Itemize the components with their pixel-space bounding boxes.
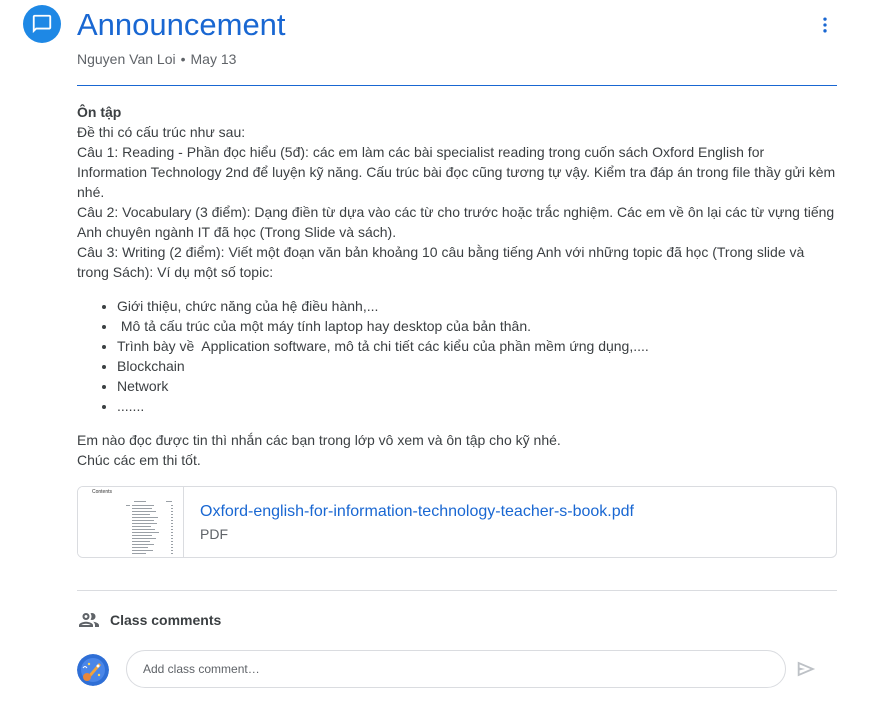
- post-body: Ôn tập Đề thi có cấu trúc như sau: Câu 1…: [77, 102, 837, 470]
- send-icon: [797, 661, 816, 677]
- attachment-type: PDF: [200, 526, 228, 542]
- comments-divider: [77, 590, 837, 591]
- pdf-thumbnail-image: Contents: [78, 487, 183, 557]
- user-avatar: [77, 654, 109, 686]
- announcement-icon: [32, 14, 52, 34]
- people-icon: [79, 613, 99, 627]
- class-comments-label: Class comments: [110, 612, 222, 628]
- topic-list-item: .......: [117, 396, 837, 416]
- attachment-card[interactable]: Contents Oxford-english-for-information-…: [77, 486, 837, 558]
- attachment-title[interactable]: Oxford-english-for-information-technolog…: [200, 502, 634, 522]
- post-author: Nguyen Van Loi: [77, 51, 176, 67]
- closing-line: Em nào đọc được tin thì nhắn các bạn tro…: [77, 432, 561, 448]
- body-paragraph: Câu 3: Writing (2 điểm): Viết một đoạn v…: [77, 244, 805, 280]
- send-comment-button[interactable]: [794, 657, 818, 681]
- music-avatar-image: [77, 654, 109, 686]
- meta-separator: •: [180, 51, 186, 67]
- attachment-thumbnail: Contents: [78, 487, 184, 557]
- closing-line: Chúc các em thi tốt.: [77, 452, 201, 468]
- topic-list: Giới thiệu, chức năng của hệ điều hành,.…: [77, 296, 837, 416]
- body-paragraph: Câu 1: Reading - Phần đọc hiểu (5đ): các…: [77, 144, 836, 200]
- topic-list-item: Trình bày về Application software, mô tả…: [117, 336, 837, 356]
- topic-list-item: Giới thiệu, chức năng của hệ điều hành,.…: [117, 296, 837, 316]
- post-title: Announcement: [77, 7, 286, 42]
- topic-list-item: Mô tả cấu trúc của một máy tính laptop h…: [117, 316, 837, 336]
- topic-list-item: Blockchain: [117, 356, 837, 376]
- post-date: May 13: [190, 51, 237, 67]
- topic-list-item: Network: [117, 376, 837, 396]
- more-vert-icon: [823, 17, 827, 33]
- more-options-button[interactable]: [808, 8, 842, 42]
- header-divider: [77, 85, 837, 86]
- post-meta: Nguyen Van Loi • May 13: [77, 50, 236, 68]
- body-paragraph: Câu 2: Vocabulary (3 điểm): Dạng điền từ…: [77, 204, 835, 240]
- body-paragraph: Đề thi có cấu trúc như sau:: [77, 124, 246, 140]
- class-comment-input[interactable]: [126, 650, 786, 688]
- body-heading: Ôn tập: [77, 104, 122, 120]
- announcement-avatar: [23, 5, 61, 43]
- attachment-info: Oxford-english-for-information-technolog…: [184, 487, 634, 557]
- class-comments-header: Class comments: [77, 608, 221, 632]
- thumbnail-heading: Contents: [92, 489, 113, 495]
